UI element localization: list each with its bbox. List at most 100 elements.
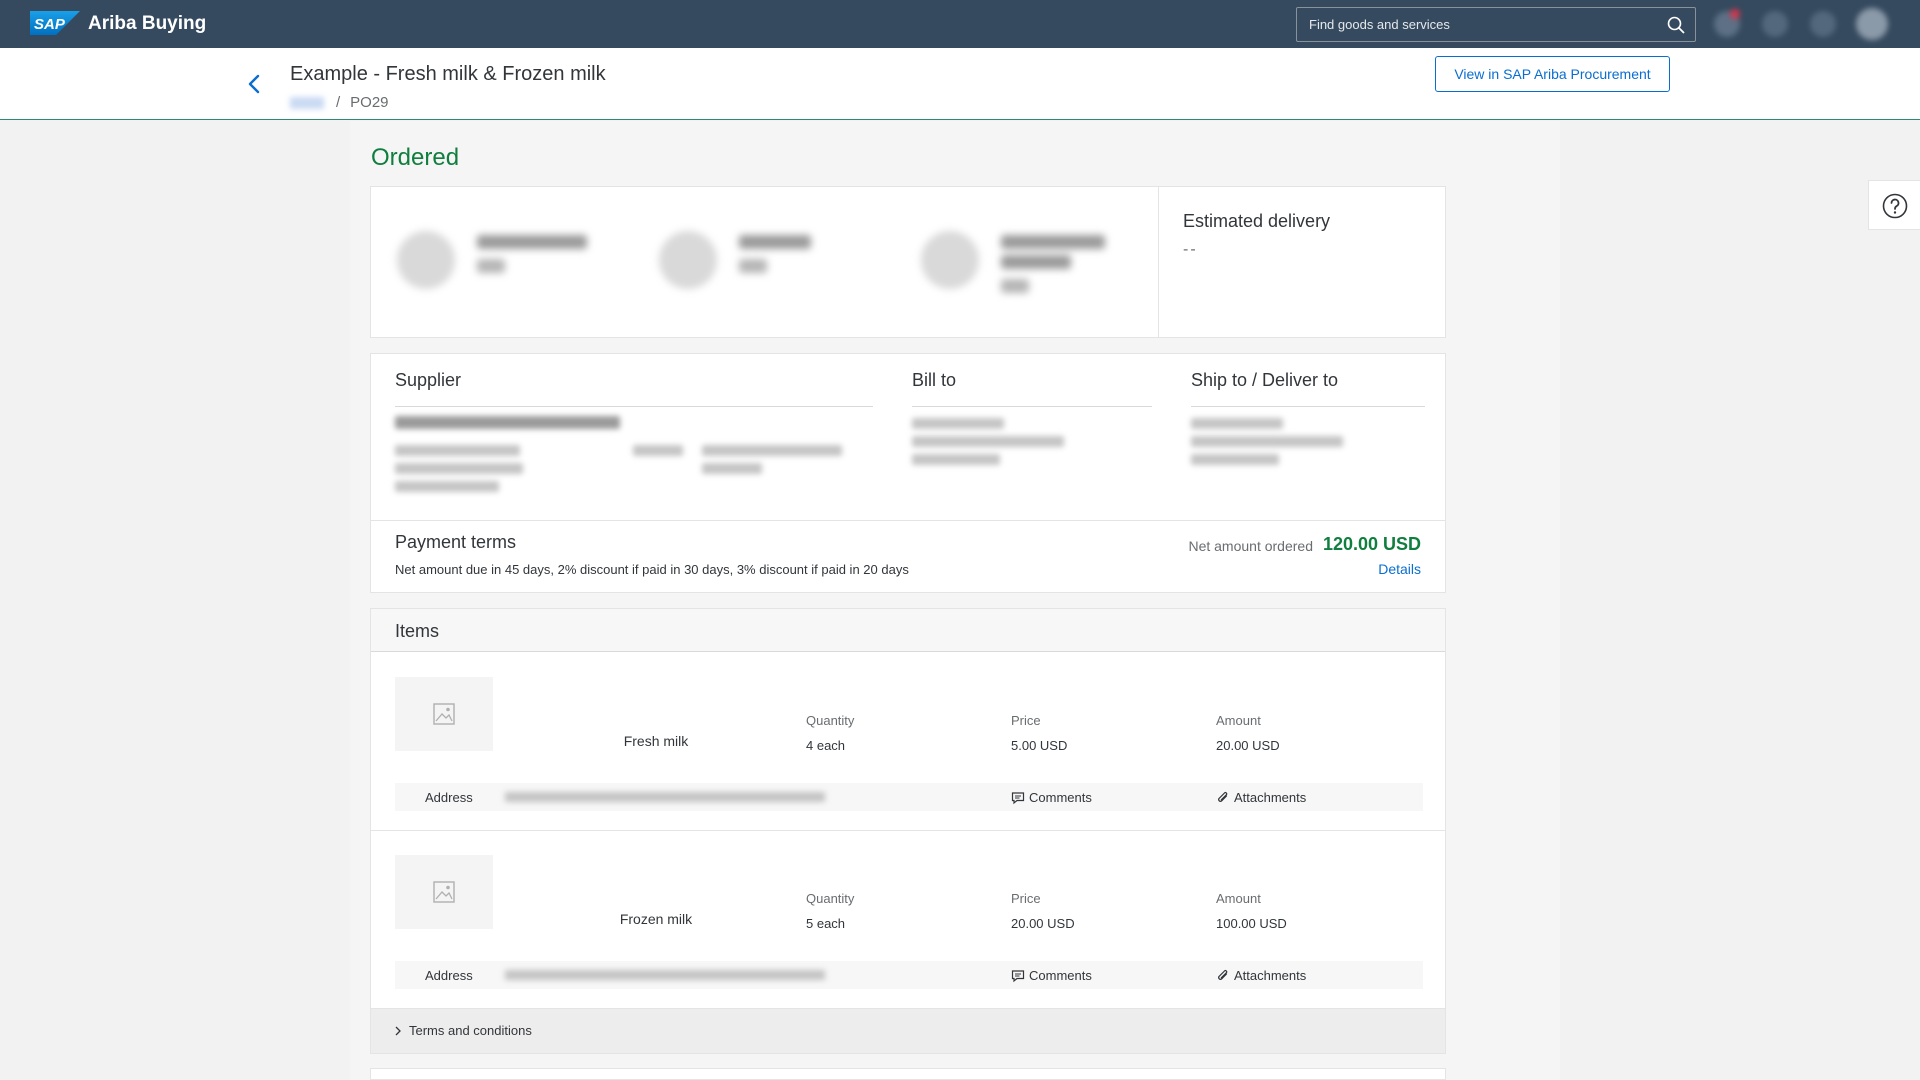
step-circle-icon bbox=[397, 231, 455, 289]
user-avatar[interactable] bbox=[1856, 8, 1888, 40]
breadcrumb: / PO29 bbox=[290, 94, 389, 111]
comment-icon bbox=[1011, 791, 1025, 804]
step-count bbox=[1001, 279, 1029, 293]
price-value: 20.00 USD bbox=[1011, 916, 1075, 931]
supplier-contact-label bbox=[633, 445, 683, 456]
comment-icon bbox=[1011, 969, 1025, 982]
attachments-link[interactable]: Attachments bbox=[1216, 790, 1306, 805]
shell-help-icon[interactable] bbox=[1810, 11, 1836, 37]
order-tracker-card: Estimated delivery -- bbox=[370, 186, 1446, 338]
supplier-label: Supplier bbox=[395, 370, 462, 390]
sap-logo[interactable]: SAP bbox=[30, 11, 80, 35]
quantity-label: Quantity bbox=[806, 713, 855, 728]
attachments-label: Attachments bbox=[1234, 790, 1307, 805]
ship-to-address-line bbox=[1191, 454, 1279, 465]
next-section-card bbox=[370, 1068, 1446, 1080]
item-address-bar: Address Comments Attachments bbox=[395, 961, 1423, 989]
terms-and-conditions-section: Terms and conditions bbox=[371, 1009, 1445, 1053]
price-value: 5.00 USD bbox=[1011, 738, 1068, 753]
step-label bbox=[739, 235, 811, 249]
item-row: Frozen milk Quantity 5 each Price 20.00 … bbox=[371, 831, 1445, 1009]
search-input[interactable] bbox=[1297, 8, 1695, 41]
breadcrumb-link-home[interactable] bbox=[290, 96, 324, 109]
amount-value: 100.00 USD bbox=[1216, 916, 1287, 931]
step-circle-icon bbox=[659, 231, 717, 289]
bill-to-address-line bbox=[912, 436, 1064, 447]
estimated-delivery-value: -- bbox=[1183, 241, 1198, 258]
items-card: Items Fresh milk Quantity 4 each Price 5… bbox=[370, 608, 1446, 1054]
back-arrow-icon[interactable] bbox=[244, 70, 264, 98]
net-amount-label: Net amount ordered bbox=[1188, 538, 1313, 554]
chevron-right-icon bbox=[395, 1026, 401, 1035]
amount-label: Amount bbox=[1216, 891, 1261, 906]
price-label: Price bbox=[1011, 891, 1041, 906]
quantity-label: Quantity bbox=[806, 891, 855, 906]
estimated-delivery-label: Estimated delivery bbox=[1183, 211, 1331, 231]
terms-and-conditions-toggle[interactable]: Terms and conditions bbox=[393, 1023, 532, 1038]
item-address-bar: Address Comments Attachments bbox=[395, 783, 1423, 811]
image-placeholder-icon bbox=[433, 881, 455, 903]
quantity-value: 4 each bbox=[806, 738, 846, 753]
notifications-bell-icon[interactable] bbox=[1714, 9, 1740, 37]
step-label-line2 bbox=[1001, 255, 1071, 269]
bill-to-address-line bbox=[912, 418, 1004, 429]
address-value bbox=[505, 970, 825, 980]
bill-to-address-line bbox=[912, 454, 1000, 465]
supplier-contact-value bbox=[702, 463, 762, 474]
comments-link[interactable]: Comments bbox=[1011, 968, 1092, 983]
step-count bbox=[739, 259, 767, 273]
search-icon[interactable] bbox=[1667, 16, 1685, 34]
address-value bbox=[505, 792, 825, 802]
supplier-address-line bbox=[395, 463, 523, 474]
help-button[interactable] bbox=[1868, 180, 1920, 230]
object-header: Example - Fresh milk & Frozen milk / PO2… bbox=[0, 48, 1920, 120]
ship-to-label: Ship to / Deliver to bbox=[1191, 370, 1339, 390]
shell-bar: SAP Ariba Buying bbox=[0, 0, 1920, 48]
comments-label: Comments bbox=[1029, 790, 1092, 805]
tracker-divider bbox=[1158, 187, 1159, 337]
order-status-title: Ordered bbox=[371, 144, 460, 171]
details-link[interactable]: Details bbox=[1378, 561, 1421, 577]
supplier-contact-value bbox=[702, 445, 842, 456]
items-title: Items bbox=[395, 621, 440, 641]
comments-label: Comments bbox=[1029, 968, 1092, 983]
step-count bbox=[477, 259, 505, 273]
question-mark-icon bbox=[1882, 193, 1908, 219]
items-header: Items bbox=[371, 609, 1445, 652]
page-title: Example - Fresh milk & Frozen milk bbox=[290, 63, 606, 85]
item-row: Fresh milk Quantity 4 each Price 5.00 US… bbox=[371, 653, 1445, 831]
payment-terms-text: Net amount due in 45 days, 2% discount i… bbox=[395, 562, 909, 577]
image-placeholder-icon bbox=[433, 703, 455, 725]
ship-to-rule bbox=[1191, 406, 1425, 407]
address-label: Address bbox=[425, 790, 473, 805]
quantity-value: 5 each bbox=[806, 916, 846, 931]
price-label: Price bbox=[1011, 713, 1041, 728]
supplier-rule bbox=[395, 406, 873, 407]
supplier-address-line bbox=[395, 445, 520, 456]
ship-to-address-line bbox=[1191, 436, 1343, 447]
breadcrumb-separator: / bbox=[336, 94, 341, 111]
item-name[interactable]: Frozen milk bbox=[536, 911, 776, 927]
product-name: Ariba Buying bbox=[88, 13, 207, 34]
view-in-procurement-button[interactable]: View in SAP Ariba Procurement bbox=[1435, 56, 1670, 92]
payment-terms-label: Payment terms bbox=[395, 532, 517, 552]
item-name[interactable]: Fresh milk bbox=[536, 733, 776, 749]
item-thumbnail bbox=[395, 677, 493, 751]
ship-to-address-line bbox=[1191, 418, 1283, 429]
breadcrumb-current: PO29 bbox=[350, 94, 389, 111]
shell-action-icon[interactable] bbox=[1762, 11, 1788, 37]
supplier-name bbox=[395, 416, 620, 429]
step-circle-icon bbox=[921, 231, 979, 289]
net-amount-value: 120.00 USD bbox=[1322, 534, 1421, 554]
amount-label: Amount bbox=[1216, 713, 1261, 728]
order-details-card: Supplier Bill to Ship to / Deliver to Pa… bbox=[370, 353, 1446, 593]
global-search[interactable] bbox=[1296, 7, 1696, 42]
bill-to-rule bbox=[912, 406, 1152, 407]
terms-label: Terms and conditions bbox=[409, 1023, 532, 1038]
item-thumbnail bbox=[395, 855, 493, 929]
paperclip-icon bbox=[1218, 791, 1228, 802]
attachments-link[interactable]: Attachments bbox=[1216, 968, 1306, 983]
svg-text:SAP: SAP bbox=[34, 16, 66, 33]
supplier-address-line bbox=[395, 481, 499, 492]
comments-link[interactable]: Comments bbox=[1011, 790, 1092, 805]
